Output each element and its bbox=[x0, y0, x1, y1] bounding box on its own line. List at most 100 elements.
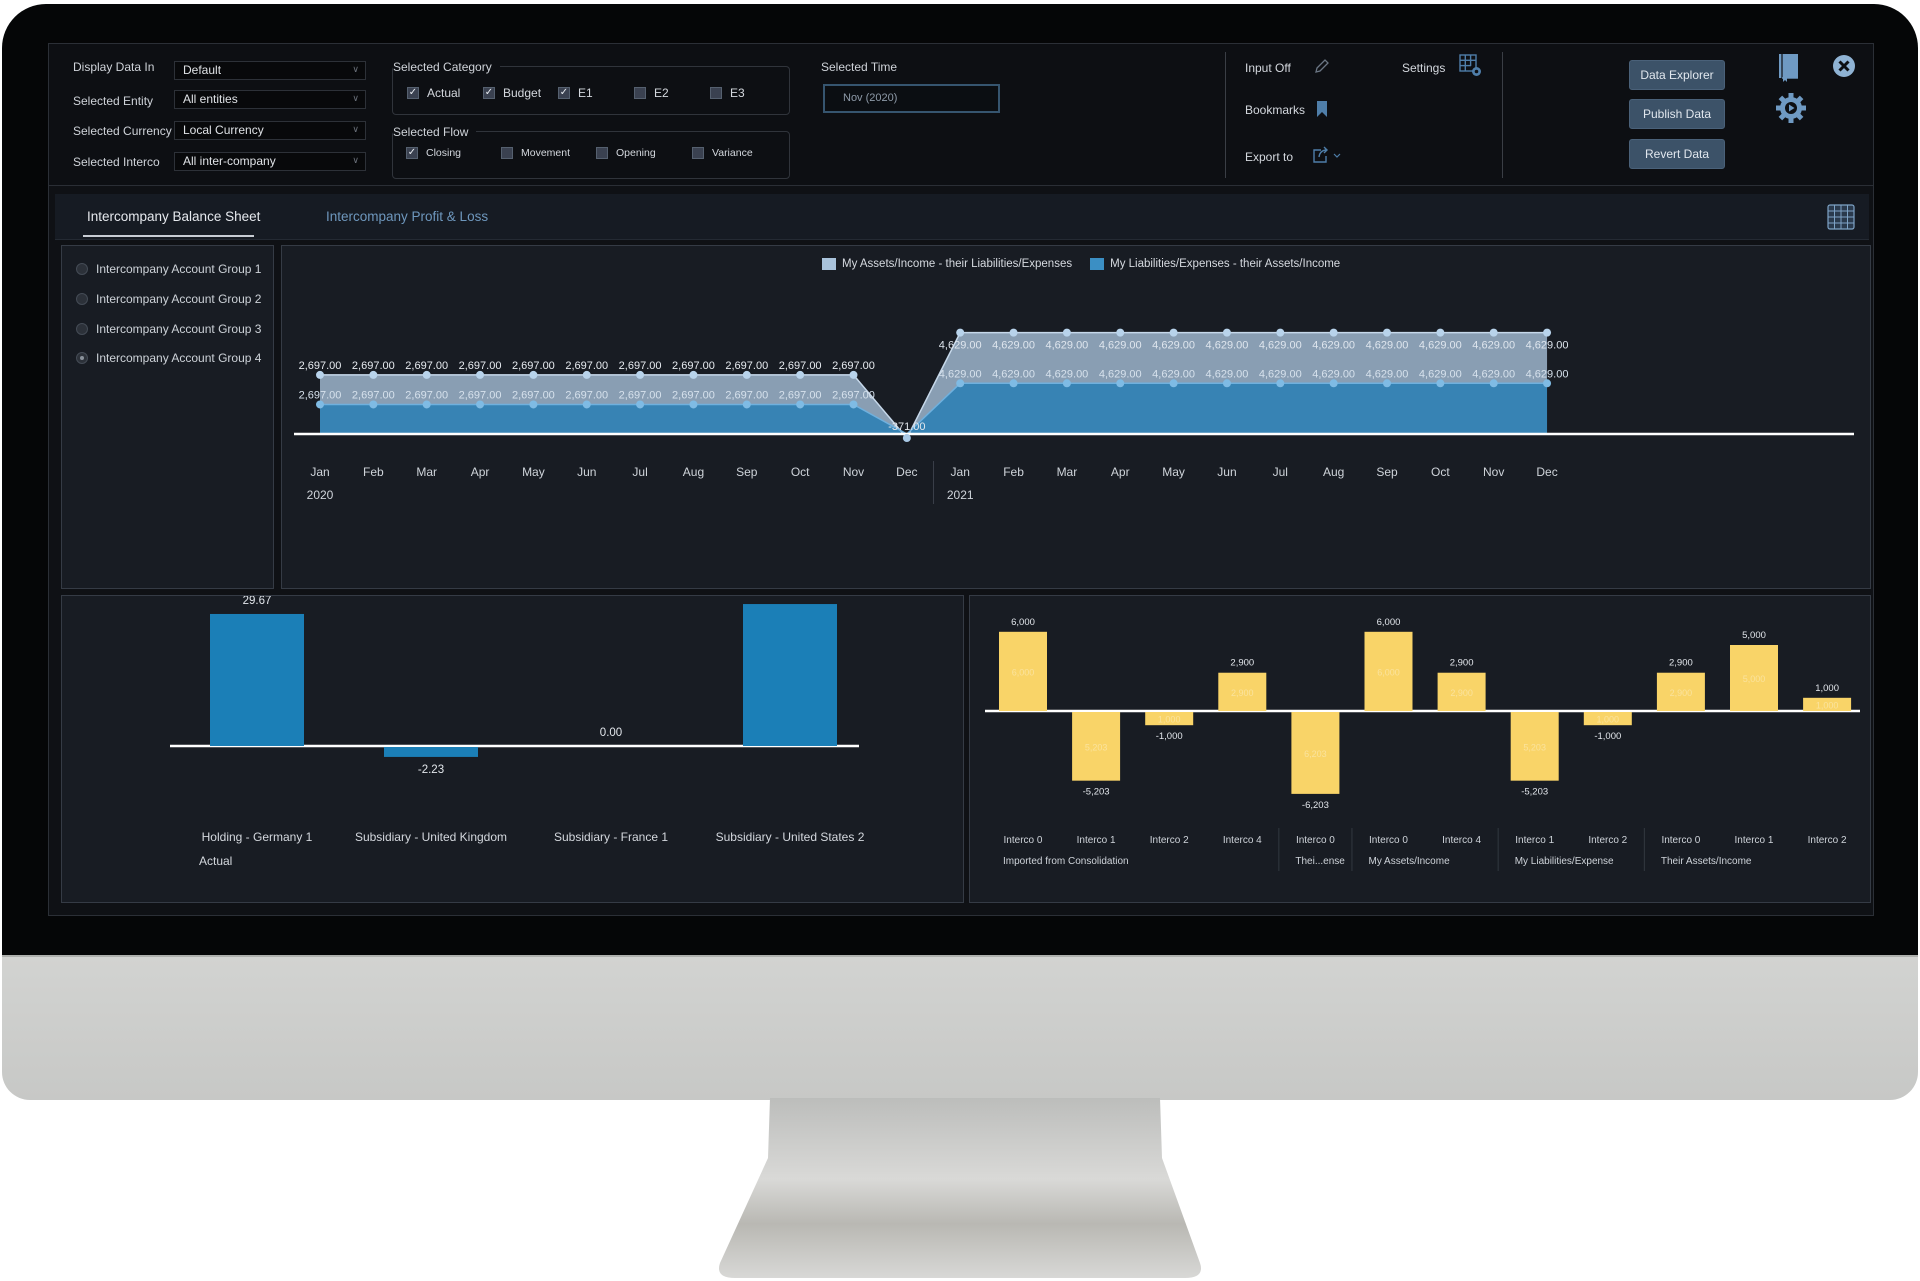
bar-value-label: -1,000 bbox=[1156, 731, 1183, 742]
tab-intercompany-balance-sheet[interactable]: Intercompany Balance Sheet bbox=[87, 209, 260, 224]
table-view-icon[interactable] bbox=[1827, 204, 1855, 230]
data-label: 2,697.00 bbox=[619, 360, 662, 372]
data-point bbox=[689, 400, 698, 409]
data-label: 2,697.00 bbox=[405, 389, 448, 401]
data-label: 2,697.00 bbox=[619, 389, 662, 401]
data-point bbox=[476, 370, 485, 379]
bar-inner-label: 1,000 bbox=[1597, 715, 1620, 725]
x-tick-label: Feb bbox=[1003, 465, 1024, 479]
account-group-3-radio[interactable]: Intercompany Account Group 3 bbox=[76, 322, 261, 336]
checkbox-check-icon: ✓ bbox=[483, 87, 495, 99]
category-e2-checkbox[interactable]: E2 bbox=[634, 86, 669, 100]
checkbox-empty-icon bbox=[710, 87, 722, 99]
bar-value-label: 2,900 bbox=[1230, 658, 1254, 669]
checkbox-label: Budget bbox=[503, 86, 542, 100]
data-point bbox=[956, 379, 965, 388]
data-label: 2,697.00 bbox=[779, 389, 822, 401]
selected-interco-dropdown[interactable]: All inter-company ∨ bbox=[174, 152, 366, 171]
x-tick-label: Interco 0 bbox=[1296, 835, 1335, 846]
group-label: My Assets/Income bbox=[1369, 856, 1451, 867]
publish-data-button[interactable]: Publish Data bbox=[1629, 99, 1725, 129]
bar-inner-label: 5,203 bbox=[1085, 742, 1108, 752]
x-tick-label: Interco 2 bbox=[1588, 835, 1627, 846]
export-icon[interactable] bbox=[1312, 146, 1346, 169]
data-point bbox=[1222, 379, 1231, 388]
x-tick-label: Dec bbox=[896, 465, 917, 479]
selected-entity-label: Selected Entity bbox=[73, 94, 154, 108]
group-label: Imported from Consolidation bbox=[1003, 856, 1129, 867]
bar-value-label: 31.90 bbox=[776, 596, 805, 597]
divider bbox=[1225, 52, 1226, 178]
group-label: Their Assets/Income bbox=[1661, 856, 1752, 867]
bar bbox=[743, 604, 837, 746]
data-point bbox=[1329, 379, 1338, 388]
entity-bar-chart: 29.67 Holding - Germany 1 -2.23 Subsidiary … bbox=[170, 585, 865, 868]
account-group-4-radio[interactable]: Intercompany Account Group 4 bbox=[76, 351, 261, 365]
flow-movement-checkbox[interactable]: Movement bbox=[501, 147, 570, 159]
data-label: 2,697.00 bbox=[459, 389, 502, 401]
flow-variance-checkbox[interactable]: Variance bbox=[692, 147, 753, 159]
legend-item[interactable]: My Assets/Income - their Liabilities/Exp… bbox=[822, 258, 1072, 270]
bar-inner-label: 5,000 bbox=[1743, 674, 1766, 684]
checkbox-check-icon: ✓ bbox=[407, 87, 419, 99]
x-tick-label: Interco 0 bbox=[1004, 835, 1043, 846]
x-tick-label: May bbox=[522, 465, 545, 479]
category-actual-checkbox[interactable]: ✓ Actual bbox=[407, 86, 460, 100]
data-point bbox=[369, 400, 378, 409]
category-e3-checkbox[interactable]: E3 bbox=[710, 86, 745, 100]
checkbox-label: E1 bbox=[578, 86, 593, 100]
active-tab-indicator bbox=[83, 235, 254, 237]
app-screen: Display Data In Default ∨ Selected Entity… bbox=[48, 43, 1874, 916]
x-tick-label: Dec bbox=[1536, 465, 1557, 479]
flow-opening-checkbox[interactable]: Opening bbox=[596, 147, 656, 159]
display-data-in-dropdown[interactable]: Default ∨ bbox=[174, 61, 366, 80]
chevron-down-icon: ∨ bbox=[352, 93, 359, 103]
bookmark-icon[interactable] bbox=[1316, 100, 1328, 123]
x-tick-label: Subsidiary - France 1 bbox=[554, 830, 668, 844]
category-e1-checkbox[interactable]: ✓ E1 bbox=[558, 86, 593, 100]
selected-time-input[interactable]: Nov (2020) bbox=[823, 84, 1000, 113]
data-point bbox=[422, 400, 431, 409]
bar-value-label: 2,900 bbox=[1450, 658, 1474, 669]
x-tick-label: Interco 4 bbox=[1442, 835, 1481, 846]
data-label: 4,629.00 bbox=[992, 340, 1035, 352]
revert-data-button[interactable]: Revert Data bbox=[1629, 139, 1725, 169]
data-label: 4,629.00 bbox=[1206, 368, 1249, 380]
book-icon[interactable] bbox=[1776, 53, 1800, 88]
selected-entity-dropdown[interactable]: All entities ∨ bbox=[174, 90, 366, 109]
category-budget-checkbox[interactable]: ✓ Budget bbox=[483, 86, 541, 100]
x-tick-label: Interco 1 bbox=[1735, 835, 1774, 846]
x-tick-label: Mar bbox=[1057, 465, 1078, 479]
data-label: 4,629.00 bbox=[1366, 368, 1409, 380]
radio-label: Intercompany Account Group 1 bbox=[96, 262, 262, 276]
interco-bar-chart: 6,000 6,000 Interco 0 5,203 -5,203 Interco 1 1… bbox=[985, 617, 1860, 871]
checkbox-check-icon: ✓ bbox=[558, 87, 570, 99]
account-group-2-radio[interactable]: Intercompany Account Group 2 bbox=[76, 292, 261, 306]
x-tick-label: Interco 1 bbox=[1515, 835, 1554, 846]
area-chart-legend: My Assets/Income - their Liabilities/Exp… bbox=[822, 258, 1340, 270]
account-group-1-radio[interactable]: Intercompany Account Group 1 bbox=[76, 262, 261, 276]
tab-intercompany-profit-loss[interactable]: Intercompany Profit & Loss bbox=[326, 209, 488, 224]
flow-closing-checkbox[interactable]: ✓ Closing bbox=[406, 147, 461, 159]
display-data-in-label: Display Data In bbox=[73, 60, 155, 74]
data-point bbox=[1009, 379, 1018, 388]
gear-play-icon[interactable] bbox=[1775, 92, 1807, 129]
data-label: 4,629.00 bbox=[1259, 368, 1302, 380]
data-label: 2,697.00 bbox=[725, 360, 768, 372]
data-explorer-button[interactable]: Data Explorer bbox=[1629, 60, 1725, 90]
bar-value-label: 6,000 bbox=[1011, 617, 1035, 628]
x-tick-label: Interco 4 bbox=[1223, 835, 1262, 846]
data-point bbox=[1169, 328, 1178, 337]
pencil-icon[interactable] bbox=[1313, 57, 1331, 80]
bar-value-label: -1,000 bbox=[1594, 731, 1621, 742]
selected-currency-dropdown[interactable]: Local Currency ∨ bbox=[174, 121, 366, 140]
legend-item[interactable]: My Liabilities/Expenses - their Assets/I… bbox=[1090, 258, 1340, 270]
x-tick-label: Interco 2 bbox=[1150, 835, 1189, 846]
data-label: 2,697.00 bbox=[459, 360, 502, 372]
grid-settings-icon[interactable] bbox=[1459, 54, 1483, 83]
close-icon[interactable] bbox=[1832, 54, 1856, 83]
data-label: 4,629.00 bbox=[1045, 340, 1088, 352]
data-label: 2,697.00 bbox=[512, 360, 555, 372]
x-tick-label: Jan bbox=[310, 465, 329, 479]
data-point bbox=[1436, 328, 1445, 337]
